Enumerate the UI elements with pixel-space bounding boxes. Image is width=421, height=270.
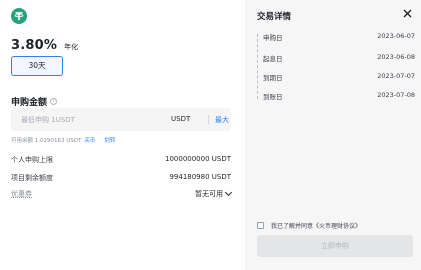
personal-limit-value: 1000000000 USDT <box>165 155 231 163</box>
timeline-item: 到期日 2023-07-07 <box>263 72 415 82</box>
available-balance-text: 可用余额 1.0290163 USDT <box>11 138 82 144</box>
currency-label: USDT <box>171 115 191 123</box>
annual-rate: 3.80% <box>11 38 58 53</box>
timeline-date: 2023-07-08 <box>377 91 415 99</box>
coupon-select[interactable]: 暂无可用 <box>195 188 233 199</box>
remaining-quota-label: 项目剩余额度 <box>11 174 53 182</box>
rate-unit: 年化 <box>64 43 79 51</box>
panel-title: 交易详情 <box>257 12 292 22</box>
personal-limit-label: 个人申购上限 <box>11 156 53 164</box>
chevron-down-icon <box>224 188 233 196</box>
subscription-form: 3.80% 年化 30天 申购金额 i 最低申购 1USDT USDT 最大 可… <box>0 0 245 270</box>
buy-coin-link[interactable]: 买币 <box>84 136 95 144</box>
submit-button[interactable]: 立即申购 <box>257 235 413 257</box>
transaction-details-panel: 交易详情 申购日 2023-06-07 起息日 2023-06-08 到期日 2… <box>245 0 421 270</box>
transfer-link[interactable]: 划转 <box>104 136 115 144</box>
coupon-label: 优惠券 <box>11 190 32 198</box>
coupon-value: 暂无可用 <box>195 190 223 198</box>
available-balance: 可用余额 1.0290163 USDT 买币 划转 <box>11 136 115 144</box>
amount-input[interactable]: 最低申购 1USDT USDT 最大 <box>11 108 231 131</box>
max-button[interactable]: 最大 <box>215 115 229 125</box>
agreement-row[interactable]: 我已了解并同意《火币理财协议》 <box>257 221 361 230</box>
timeline-label: 到期日 <box>263 74 283 82</box>
info-icon[interactable]: i <box>50 98 58 105</box>
timeline-item: 起息日 2023-06-08 <box>263 53 415 63</box>
timeline-label: 申购日 <box>263 34 283 42</box>
timeline-label: 起息日 <box>263 55 283 63</box>
amount-placeholder: 最低申购 1USDT <box>21 116 75 124</box>
timeline-date: 2023-07-07 <box>377 72 415 80</box>
divider <box>208 115 209 124</box>
amount-section-title: 申购金额 i <box>11 95 58 108</box>
timeline-date: 2023-06-08 <box>377 53 415 61</box>
remaining-quota-row: 项目剩余额度 994180980 USDT <box>11 173 231 183</box>
coupon-row[interactable]: 优惠券 暂无可用 <box>11 188 233 199</box>
timeline-item: 到账日 2023-07-08 <box>263 91 415 101</box>
agreement-checkbox[interactable] <box>257 222 264 229</box>
term-30-days-button[interactable]: 30天 <box>11 56 63 76</box>
personal-limit-row: 个人申购上限 1000000000 USDT <box>11 155 231 165</box>
rate-display: 3.80% 年化 <box>11 38 78 53</box>
agreement-text: 我已了解并同意《火币理财协议》 <box>271 223 362 230</box>
timeline-date: 2023-06-07 <box>377 32 415 40</box>
remaining-quota-value: 994180980 USDT <box>169 173 231 181</box>
timeline-line <box>257 34 258 99</box>
timeline-label: 到账日 <box>263 93 283 101</box>
amount-title-label: 申购金额 <box>11 98 48 108</box>
timeline-item: 申购日 2023-06-07 <box>263 32 415 42</box>
tether-icon <box>11 8 27 24</box>
close-icon[interactable] <box>403 9 412 18</box>
